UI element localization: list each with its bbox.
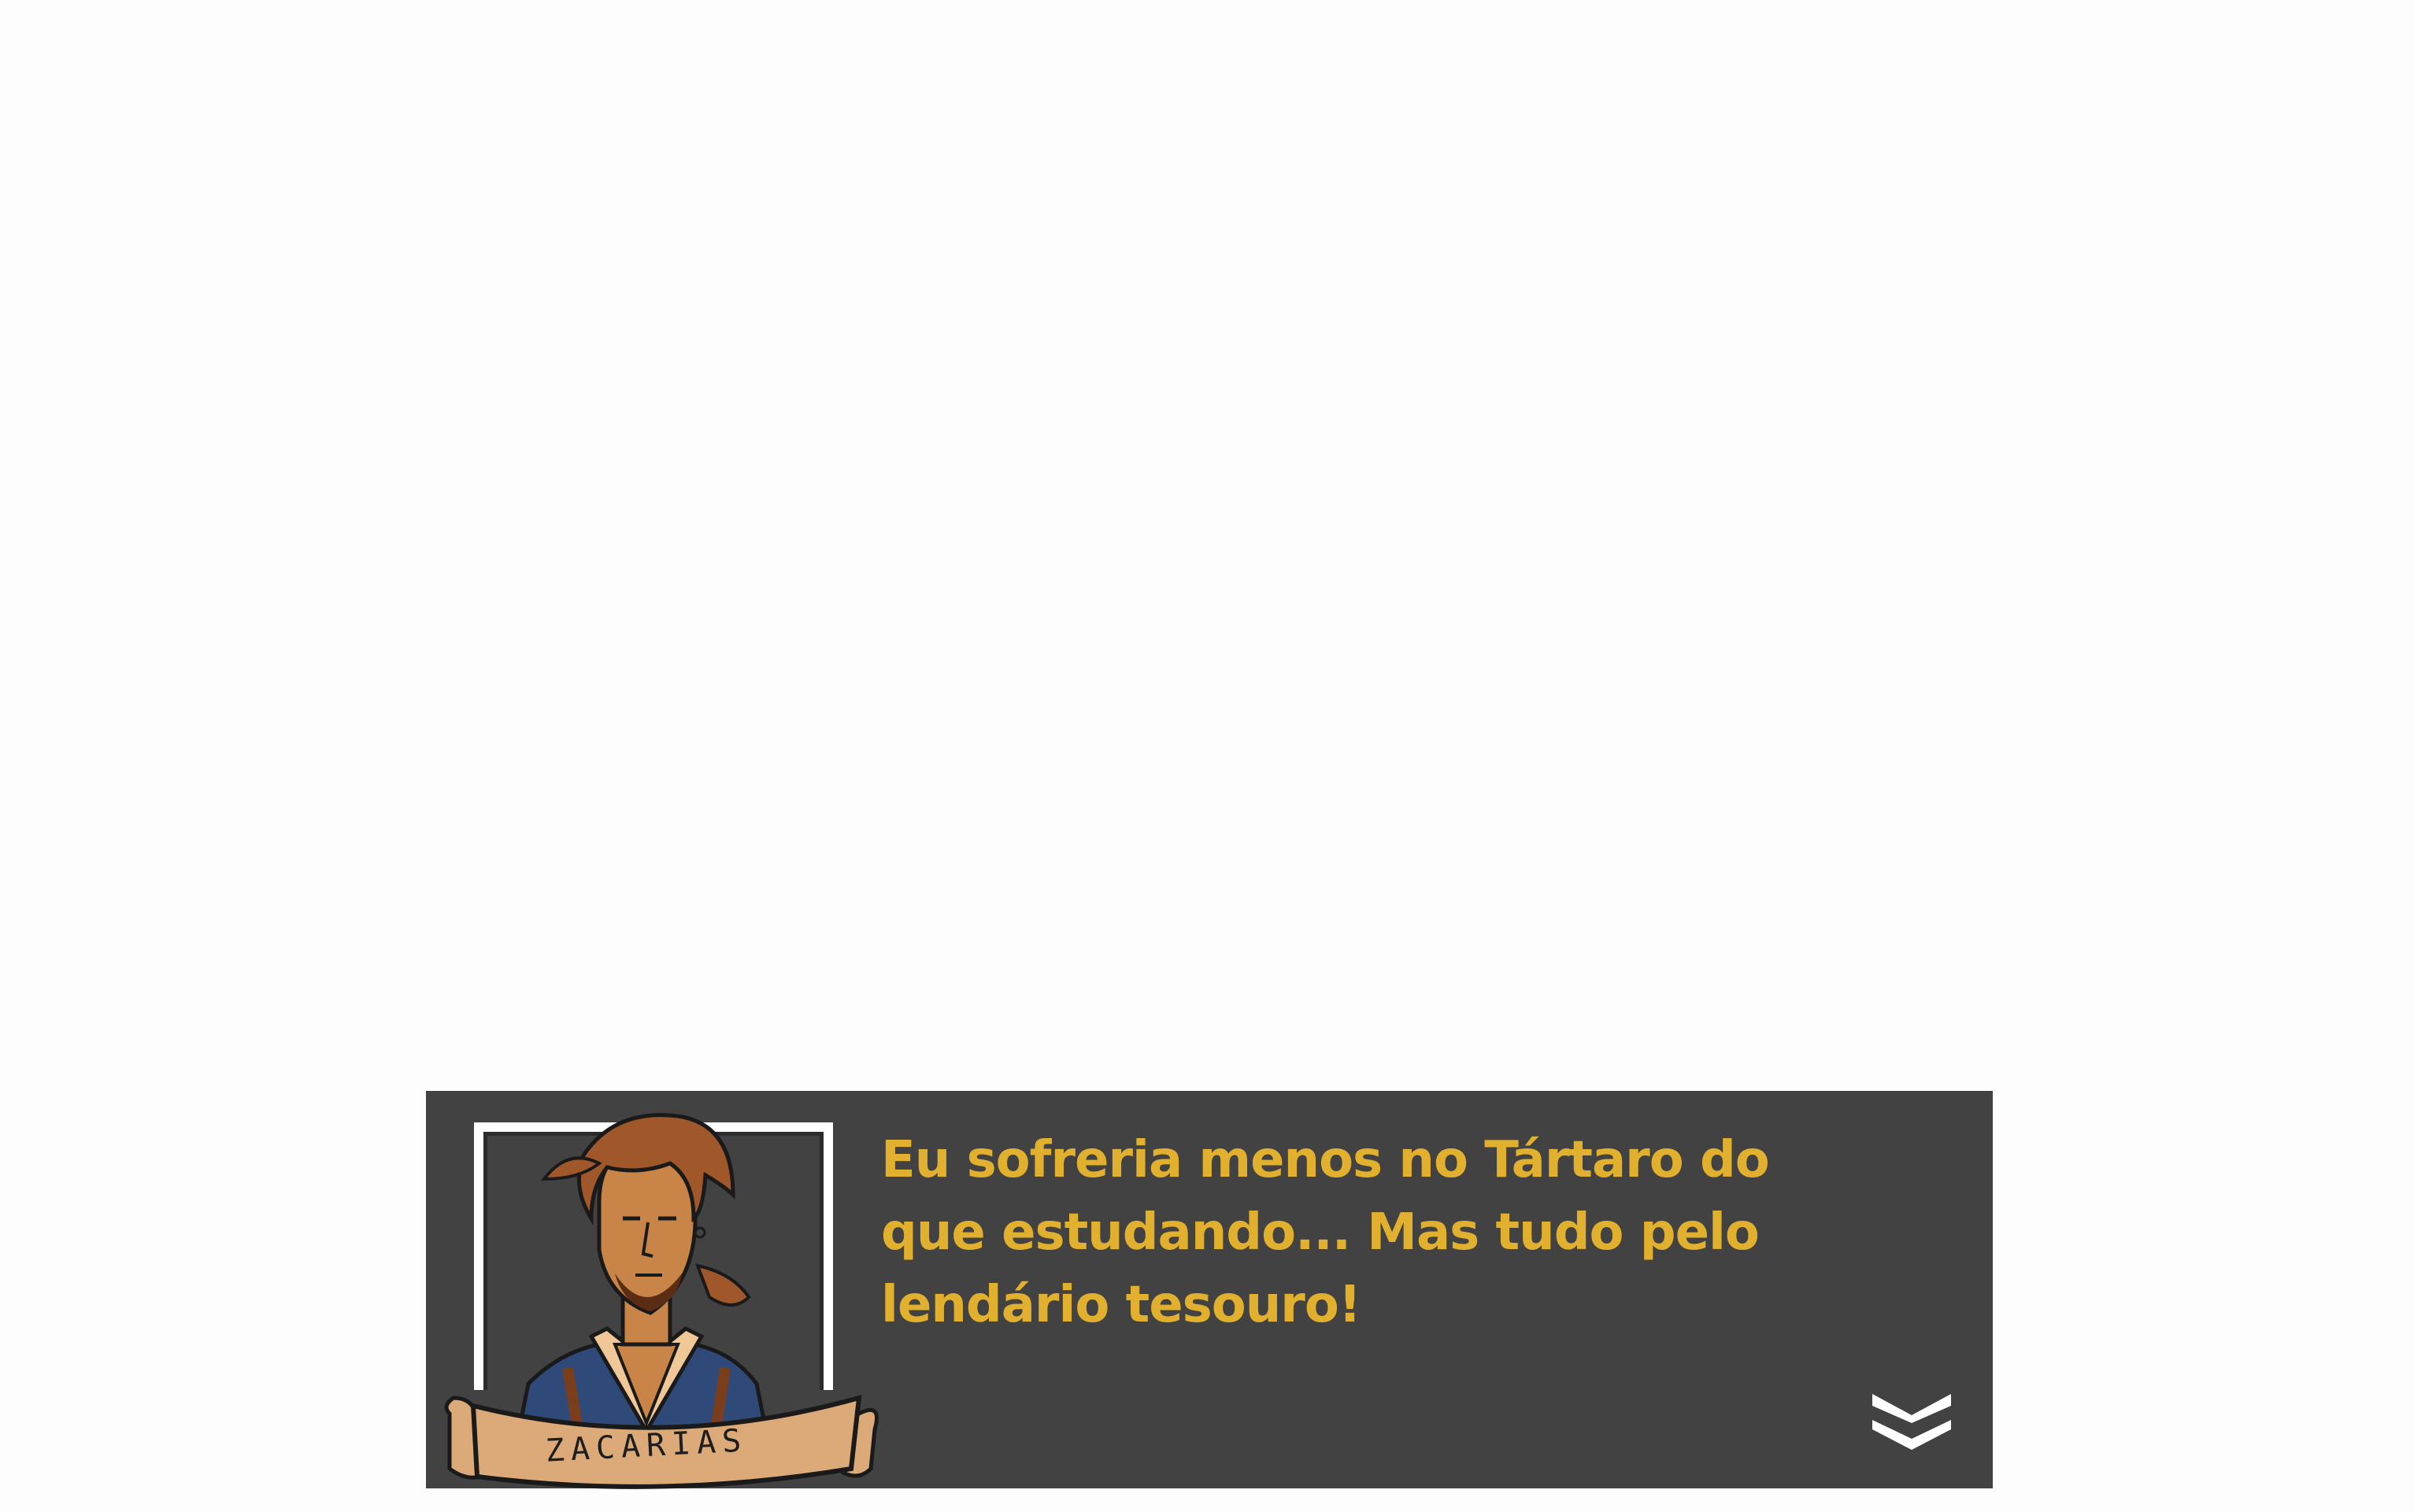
double-chevron-down-icon[interactable] — [1868, 1390, 1955, 1453]
game-scene: ZACARIAS Eu sofreria menos no Tártaro do… — [0, 0, 2414, 1512]
dialog-box[interactable]: ZACARIAS Eu sofreria menos no Tártaro do… — [426, 1091, 1993, 1489]
dialog-text: Eu sofreria menos no Tártaro do que estu… — [881, 1131, 1770, 1334]
